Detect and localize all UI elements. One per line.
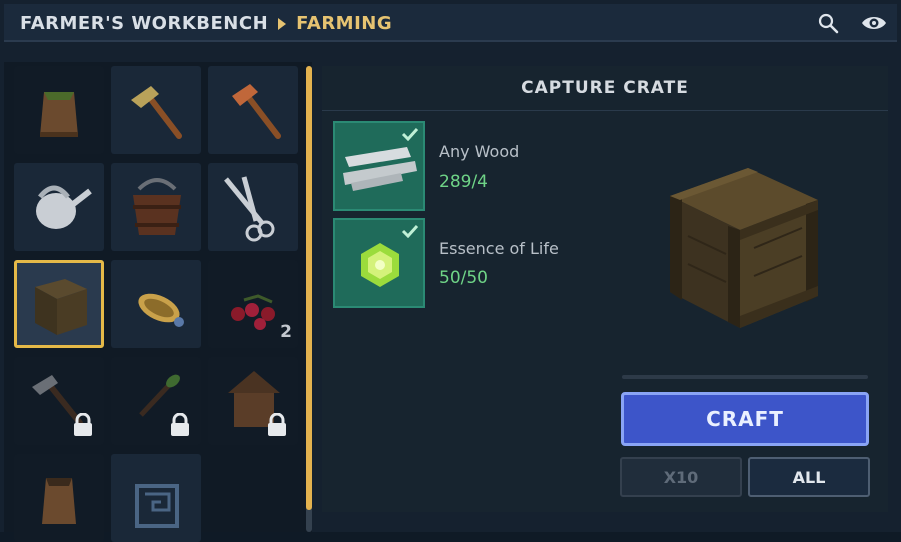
craft-x10-button[interactable]: X10 <box>620 457 742 497</box>
recipe-slot-leaf-tool[interactable] <box>111 357 201 445</box>
seed-spreader-icon <box>138 293 184 327</box>
lock-icon <box>171 413 189 436</box>
breadcrumb-current: FARMING <box>296 13 393 34</box>
recipe-slot-iron-hoe[interactable] <box>14 357 104 445</box>
item-count: 2 <box>280 322 292 342</box>
wood-planks-icon <box>343 147 417 191</box>
recipe-slot-planter-box-2[interactable] <box>14 454 104 542</box>
lock-icon <box>268 413 286 436</box>
breadcrumb: FARMER'S WORKBENCH FARMING <box>20 13 392 34</box>
bucket-icon <box>133 178 181 235</box>
recipe-slot-seed-spreader[interactable] <box>111 260 201 348</box>
check-icon <box>401 127 419 141</box>
recipe-slot-capture-crate[interactable] <box>14 260 104 348</box>
recipe-title: CAPTURE CRATE <box>322 66 888 111</box>
capture-crate-icon <box>35 279 87 335</box>
berries-icon <box>231 294 275 330</box>
shears-icon <box>224 176 275 242</box>
craft-button[interactable]: CRAFT <box>621 392 869 446</box>
recipe-slot-birdhouse[interactable] <box>208 357 298 445</box>
breadcrumb-root[interactable]: FARMER'S WORKBENCH <box>20 13 268 34</box>
recipe-slot-shears[interactable] <box>208 163 298 251</box>
ingredient-name: Any Wood <box>439 142 520 161</box>
recipe-slot-planter-box[interactable] <box>14 66 104 154</box>
lock-icon <box>74 413 92 436</box>
recipe-slot-copper-hoe[interactable] <box>208 66 298 154</box>
recipe-slot-watering-can[interactable] <box>14 163 104 251</box>
hoe-icon <box>131 86 182 139</box>
essence-of-life-icon <box>361 243 399 287</box>
ingredient-name: Essence of Life <box>439 239 559 258</box>
ingredient-count: 289/4 <box>439 172 488 192</box>
planter-box-icon <box>40 92 78 137</box>
recipe-grid: 2 <box>4 62 312 542</box>
craft-progress-bar <box>622 375 868 379</box>
recipe-slot-rune-block[interactable] <box>111 454 201 542</box>
copper-hoe-icon <box>232 84 281 139</box>
ingredient-slot-wood[interactable] <box>333 121 425 211</box>
eye-icon[interactable] <box>860 12 888 34</box>
scrollbar-thumb[interactable] <box>306 66 312 510</box>
search-icon[interactable] <box>817 12 841 34</box>
rune-block-icon <box>135 484 179 528</box>
planter-box-icon <box>42 478 76 524</box>
recipe-slot-hoe[interactable] <box>111 66 201 154</box>
craft-all-button[interactable]: ALL <box>748 457 870 497</box>
check-icon <box>401 224 419 238</box>
recipe-slot-bucket[interactable] <box>111 163 201 251</box>
ingredient-slot-essence[interactable] <box>333 218 425 308</box>
header-bar: FARMER'S WORKBENCH FARMING <box>4 4 897 42</box>
capture-crate-preview <box>670 168 818 328</box>
breadcrumb-arrow-icon <box>278 17 287 30</box>
recipe-slot-berries[interactable]: 2 <box>208 260 298 348</box>
watering-can-icon <box>36 185 92 229</box>
ingredient-count: 50/50 <box>439 268 488 288</box>
workbench-window: FARMER'S WORKBENCH FARMING 2 CAPTURE CRA… <box>0 0 901 542</box>
